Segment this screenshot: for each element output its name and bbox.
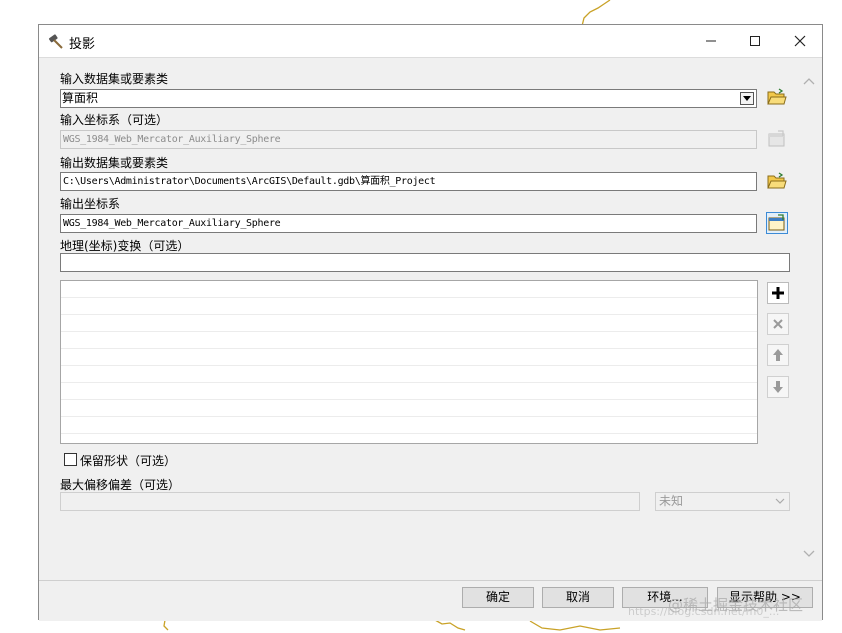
open-folder-icon bbox=[767, 172, 787, 189]
geo-transform-label: 地理(坐标)变换（可选） bbox=[60, 239, 190, 253]
output-crs-label: 输出坐标系 bbox=[60, 197, 121, 211]
unit-select-value: 未知 bbox=[659, 494, 684, 508]
scroll-down-icon[interactable] bbox=[802, 548, 816, 560]
output-dataset-field[interactable]: C:\Users\Administrator\Documents\ArcGIS\… bbox=[60, 172, 757, 191]
add-transform-button[interactable] bbox=[767, 282, 789, 304]
max-offset-label: 最大偏移偏差（可选） bbox=[60, 478, 181, 492]
dropdown-button[interactable] bbox=[740, 92, 754, 105]
unit-select: 未知 bbox=[655, 492, 790, 511]
input-dataset-combo[interactable]: 算面积 bbox=[60, 89, 757, 108]
browse-output-button[interactable] bbox=[766, 170, 788, 192]
input-dataset-label: 输入数据集或要素类 bbox=[60, 72, 169, 86]
window-title: 投影 bbox=[69, 37, 96, 52]
minimize-button[interactable] bbox=[688, 25, 734, 57]
output-crs-properties-button[interactable] bbox=[766, 212, 788, 234]
x-icon bbox=[773, 319, 783, 329]
geo-transform-list[interactable] bbox=[60, 280, 758, 444]
arrow-down-icon bbox=[773, 381, 783, 393]
remove-transform-button[interactable] bbox=[767, 313, 789, 335]
hammer-icon bbox=[48, 34, 63, 49]
preserve-shape-label: 保留形状（可选） bbox=[80, 454, 177, 468]
plus-icon bbox=[772, 287, 784, 299]
map-boundary-line bbox=[581, 0, 611, 26]
input-crs-properties-button bbox=[766, 128, 788, 150]
browse-input-button[interactable] bbox=[766, 86, 788, 108]
move-up-button[interactable] bbox=[767, 344, 789, 366]
title-bar: 投影 bbox=[39, 25, 822, 58]
preserve-shape-checkbox[interactable] bbox=[64, 453, 77, 466]
cancel-button[interactable]: 取消 bbox=[542, 587, 614, 608]
open-folder-icon bbox=[767, 88, 787, 105]
scroll-up-icon[interactable] bbox=[802, 75, 816, 87]
input-crs-label: 输入坐标系（可选） bbox=[60, 113, 169, 127]
move-down-button[interactable] bbox=[767, 376, 789, 398]
geo-transform-field[interactable] bbox=[60, 253, 790, 272]
maximize-icon bbox=[750, 36, 760, 46]
properties-icon bbox=[768, 130, 785, 147]
ok-button[interactable]: 确定 bbox=[462, 587, 534, 608]
output-dataset-label: 输出数据集或要素类 bbox=[60, 156, 169, 170]
close-icon bbox=[794, 35, 806, 47]
input-dataset-value: 算面积 bbox=[62, 91, 99, 105]
arrow-up-icon bbox=[773, 349, 783, 361]
minimize-icon bbox=[706, 40, 716, 42]
properties-icon bbox=[768, 214, 785, 231]
chevron-down-icon bbox=[775, 498, 785, 504]
maximize-button[interactable] bbox=[732, 25, 778, 57]
max-offset-field bbox=[60, 492, 640, 511]
output-crs-field[interactable]: WGS_1984_Web_Mercator_Auxiliary_Sphere bbox=[60, 214, 757, 233]
close-button[interactable] bbox=[777, 25, 823, 57]
projection-dialog: 投影 输入数据集或要素类 算面积 输入坐标系（可选） WGS_1984_Web_… bbox=[38, 24, 823, 621]
watermark: @稀土掘金技术社区 bbox=[668, 596, 804, 614]
input-crs-field: WGS_1984_Web_Mercator_Auxiliary_Sphere bbox=[60, 130, 757, 149]
chevron-down-icon bbox=[743, 95, 751, 101]
